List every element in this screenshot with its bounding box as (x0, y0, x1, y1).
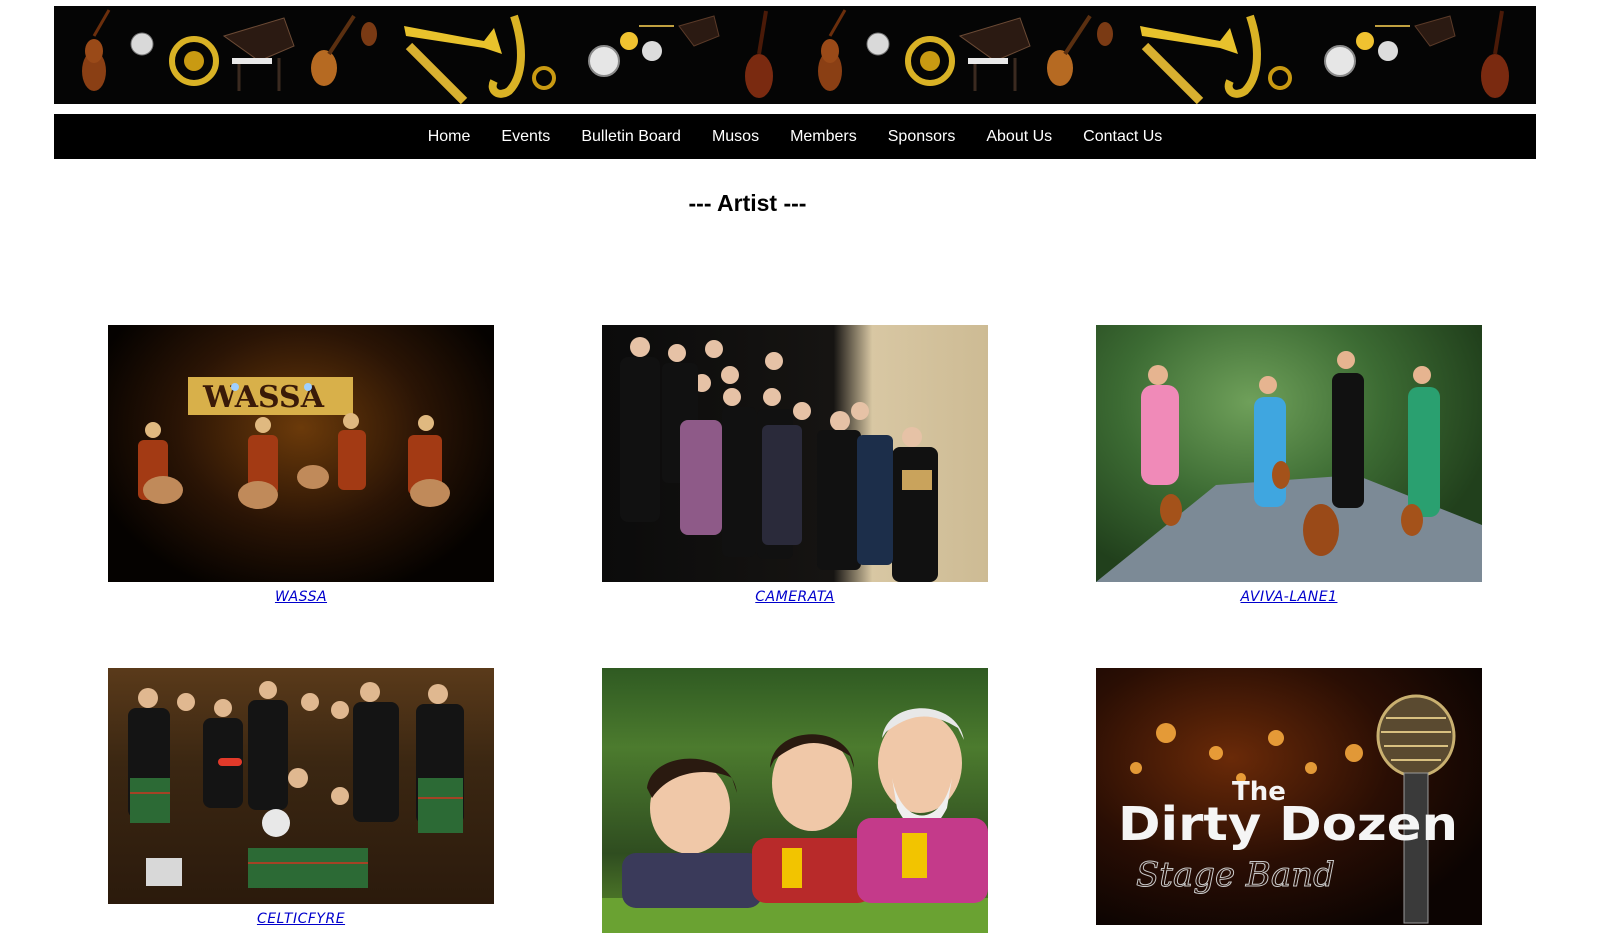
artist-photo-aviva-lane1[interactable] (1096, 325, 1482, 582)
nav-item-musos: Musos (696, 114, 774, 159)
trio-photo-art (602, 708, 988, 933)
nav-item-members: Members (775, 114, 873, 159)
artist-photo-dirty-dozen[interactable]: The Dirty Dozen Stage Band (1096, 668, 1482, 925)
nav-link-musos[interactable]: Musos (696, 114, 774, 159)
artist-card-camerata: CAMERATA (602, 325, 988, 606)
nav-item-home: Home (412, 114, 486, 159)
nav-link-bulletin-board[interactable]: Bulletin Board (566, 114, 697, 159)
artist-photo-trio[interactable] (602, 668, 988, 933)
dirty-dozen-title-text: Dirty Dozen (1118, 797, 1458, 851)
nav-link-sponsors[interactable]: Sponsors (872, 114, 971, 159)
wassa-photo-art: WASSA (138, 377, 450, 509)
instrument-banner-art (54, 6, 1536, 104)
nav-list: Home Events Bulletin Board Musos Members… (412, 114, 1178, 159)
nav-item-events: Events (486, 114, 566, 159)
aviva-photo-art (1096, 351, 1482, 582)
artist-link-camerata[interactable]: CAMERATA (755, 589, 834, 605)
artist-card-trio (602, 668, 988, 933)
artist-card-aviva-lane1: AVIVA-LANE1 (1096, 325, 1482, 606)
nav-link-events[interactable]: Events (486, 114, 566, 159)
artist-card-celticfyre: CELTICFYRE (108, 668, 494, 928)
nav-link-contact-us[interactable]: Contact Us (1068, 114, 1178, 159)
nav-item-about-us: About Us (971, 114, 1068, 159)
artist-link-celticfyre[interactable]: CELTICFYRE (257, 911, 345, 927)
artist-link-aviva-lane1[interactable]: AVIVA-LANE1 (1241, 589, 1338, 605)
artist-link-wassa[interactable]: WASSA (275, 589, 327, 605)
camerata-photo-art (620, 337, 938, 582)
celticfyre-photo-art (128, 681, 464, 888)
nav-item-sponsors: Sponsors (872, 114, 971, 159)
nav-item-contact-us: Contact Us (1068, 114, 1178, 159)
artist-photo-celticfyre[interactable] (108, 668, 494, 904)
nav-link-members[interactable]: Members (775, 114, 873, 159)
nav-link-home[interactable]: Home (412, 114, 486, 159)
page-title: --- Artist --- (688, 190, 807, 216)
artist-photo-camerata[interactable] (602, 325, 988, 582)
artist-card-wassa: WASSA WASSA (108, 325, 494, 606)
main-nav: Home Events Bulletin Board Musos Members… (54, 114, 1536, 159)
dirty-dozen-photo-art: The Dirty Dozen Stage Band (1118, 694, 1458, 924)
artist-card-dirty-dozen: The Dirty Dozen Stage Band (1096, 668, 1482, 925)
artist-photo-wassa[interactable]: WASSA (108, 325, 494, 582)
nav-link-about-us[interactable]: About Us (971, 114, 1068, 159)
instrument-banner (54, 6, 1536, 104)
nav-item-bulletin-board: Bulletin Board (566, 114, 697, 159)
dirty-dozen-subtitle-text: Stage Band (1136, 855, 1335, 895)
